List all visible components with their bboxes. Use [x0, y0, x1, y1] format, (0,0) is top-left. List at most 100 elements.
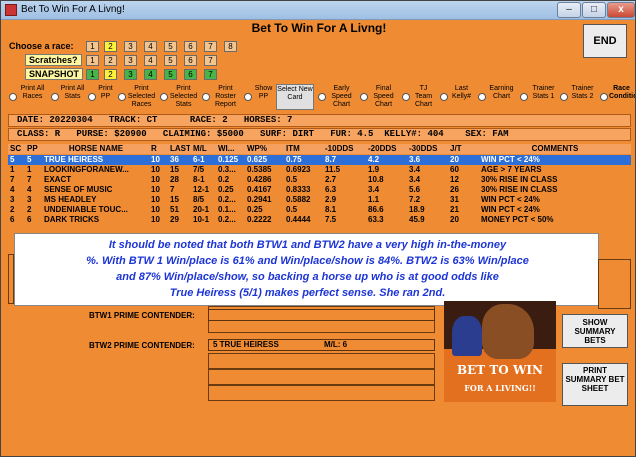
- race-4-button[interactable]: 4: [144, 41, 157, 52]
- end-button[interactable]: END: [583, 24, 627, 58]
- scratch-6-button[interactable]: 6: [184, 55, 197, 66]
- radio-icon: [160, 93, 168, 101]
- cell-10dds: 7.5: [325, 215, 337, 224]
- table-row[interactable]: 4 4 SENSE OF MUSIC 10 7 12-1 0.25 0.4167 0.8333 6…: [8, 185, 631, 195]
- scratch-2-button[interactable]: 2: [104, 55, 117, 66]
- close-button[interactable]: x: [607, 2, 635, 18]
- radio-icon: [560, 93, 568, 101]
- print-selected-stats-option[interactable]: Print Selected Stats: [158, 84, 198, 110]
- trainer-stats-1-option[interactable]: Trainer Stats 1: [518, 84, 558, 110]
- table-row[interactable]: 5 5 TRUE HEIRESS 10 36 6-1 0.125 0.625 0.75 8.7 4.…: [8, 155, 631, 165]
- col-last[interactable]: LAST: [168, 144, 190, 154]
- cell-ml: 8-1: [193, 175, 205, 184]
- col-comments[interactable]: COMMENTS: [479, 144, 629, 154]
- scratch-7-button[interactable]: 7: [204, 55, 217, 66]
- col-20dds[interactable]: -20DDS: [366, 144, 406, 154]
- cell-r: 10: [151, 185, 160, 194]
- table-row[interactable]: 7 7 EXACT 10 28 8-1 0.2 0.4286 0.5 2.7 10.8 3.4 12 30…: [8, 175, 631, 185]
- snapshot-6-button[interactable]: 6: [184, 69, 197, 80]
- print-pp-option[interactable]: Print PP: [86, 84, 114, 110]
- grid-box: [208, 369, 435, 385]
- print-selected-races-option[interactable]: Print Selected Races: [116, 84, 156, 110]
- cell-last: 7: [170, 185, 175, 194]
- grid-box: [208, 385, 435, 401]
- radio-icon: [9, 93, 17, 101]
- radio-icon: [88, 93, 96, 101]
- race-8-button[interactable]: 8: [224, 41, 237, 52]
- scratch-1-button[interactable]: 1: [86, 55, 99, 66]
- cell-30dds: 7.2: [409, 195, 421, 204]
- early-speed-chart-option[interactable]: Early Speed Chart: [316, 84, 356, 110]
- cell-itm: 0.6923: [286, 165, 311, 174]
- snapshot-7-button[interactable]: 7: [204, 69, 217, 80]
- show-pp-option[interactable]: Show PP: [242, 84, 274, 110]
- horse-head-icon: [482, 304, 534, 359]
- table-row[interactable]: 1 1 LOOKINGFORANEW... 10 15 7/5 0.3... 0.5385 0.…: [8, 165, 631, 175]
- print-summary-bet-sheet-button[interactable]: PRINT SUMMARY BET SHEET: [562, 363, 628, 406]
- race-info-line-1: DATE: 20220304 TRACK: CT RACE: 2 HORSES:…: [8, 114, 631, 127]
- final-speed-chart-option[interactable]: Final Speed Chart: [358, 84, 398, 110]
- race-6-button[interactable]: 6: [184, 41, 197, 52]
- btw1-contender-field[interactable]: [208, 309, 435, 321]
- snapshot-3-button[interactable]: 3: [124, 69, 137, 80]
- minimize-button[interactable]: –: [557, 2, 581, 18]
- col-itm[interactable]: ITM: [284, 144, 322, 154]
- radio-icon: [318, 93, 326, 101]
- col-sc[interactable]: SC: [8, 144, 24, 154]
- col-ml[interactable]: M/L: [191, 144, 215, 154]
- snapshot-5-button[interactable]: 5: [164, 69, 177, 80]
- cell-comments: AGE > 7 YEARS: [481, 165, 542, 174]
- race-7-button[interactable]: 7: [204, 41, 217, 52]
- table-row[interactable]: 3 3 MS HEADLEY 10 15 8/5 0.2... 0.2941 0.5882 2.9…: [8, 195, 631, 205]
- col-win[interactable]: WI...: [216, 144, 244, 154]
- last-kelly-option[interactable]: Last Kelly#: [438, 84, 474, 110]
- col-30dds[interactable]: -30DDS: [407, 144, 447, 154]
- maximize-button[interactable]: □: [582, 2, 606, 18]
- race-3-button[interactable]: 3: [124, 41, 137, 52]
- btw2-contender-field[interactable]: 5 TRUE HEIRESS M/L: 6: [208, 339, 435, 351]
- cell-20dds: 4.2: [368, 155, 380, 164]
- scratch-3-button[interactable]: 3: [124, 55, 137, 66]
- cell-last: 29: [170, 215, 179, 224]
- snapshot-1-button[interactable]: 1: [86, 69, 99, 80]
- col-10dds[interactable]: -10DDS: [323, 144, 365, 154]
- print-roster-report-option[interactable]: Print Roster Report: [200, 84, 240, 110]
- cell-pp: 1: [27, 165, 32, 174]
- title-bar: Bet To Win For A Livng! – □ x: [1, 1, 635, 20]
- cell-ml: 20-1: [193, 205, 210, 214]
- race-conditions-option[interactable]: Race Conditions: [598, 84, 635, 110]
- radio-icon: [118, 93, 126, 101]
- scratch-4-button[interactable]: 4: [144, 55, 157, 66]
- snapshot-2-button[interactable]: 2: [104, 69, 117, 80]
- cell-jt: 20: [450, 155, 459, 164]
- col-jt[interactable]: J/T: [448, 144, 478, 154]
- scratch-5-button[interactable]: 5: [164, 55, 177, 66]
- radio-icon: [600, 93, 608, 101]
- select-new-card-button[interactable]: Select New Card: [276, 84, 314, 110]
- trainer-stats-2-option[interactable]: Trainer Stats 2: [558, 84, 596, 110]
- tj-team-chart-option[interactable]: TJ Team Chart: [400, 84, 436, 110]
- cell-10dds: 8.7: [325, 155, 337, 164]
- race-info-line-2: CLASS: R PURSE: $20900 CLAIMING: $5000 S…: [8, 128, 631, 141]
- logo-text-line-1: BET TO WIN: [456, 363, 543, 377]
- earning-chart-option[interactable]: Earning Chart: [476, 84, 516, 110]
- print-all-races-option[interactable]: Print All Races: [7, 84, 47, 110]
- col-pp[interactable]: PP: [25, 144, 41, 154]
- table-row[interactable]: 6 6 DARK TRICKS 10 29 10-1 0.2... 0.2222 0.4444 7…: [8, 215, 631, 225]
- race-5-button[interactable]: 5: [164, 41, 177, 52]
- cell-20dds: 3.4: [368, 185, 380, 194]
- cell-30dds: 3.4: [409, 165, 421, 174]
- col-wp[interactable]: WP%: [245, 144, 283, 154]
- col-r[interactable]: R: [149, 144, 167, 154]
- col-horse-name[interactable]: HORSE NAME: [42, 144, 148, 154]
- snapshot-4-button[interactable]: 4: [144, 69, 157, 80]
- table-row[interactable]: 2 2 UNDENIABLE TOUC... 10 51 20-1 0.1... 0.25 0.…: [8, 205, 631, 215]
- print-all-stats-option[interactable]: Print All Stats: [49, 84, 85, 110]
- cell-20dds: 10.8: [368, 175, 384, 184]
- show-summary-bets-button[interactable]: SHOW SUMMARY BETS: [562, 314, 628, 348]
- cell-comments: 30% RISE IN CLASS: [481, 175, 558, 184]
- cell-horse-name: LOOKINGFORANEW...: [44, 165, 129, 174]
- race-1-button[interactable]: 1: [86, 41, 99, 52]
- race-2-button[interactable]: 2: [104, 41, 117, 52]
- cell-itm: 0.5: [286, 205, 298, 214]
